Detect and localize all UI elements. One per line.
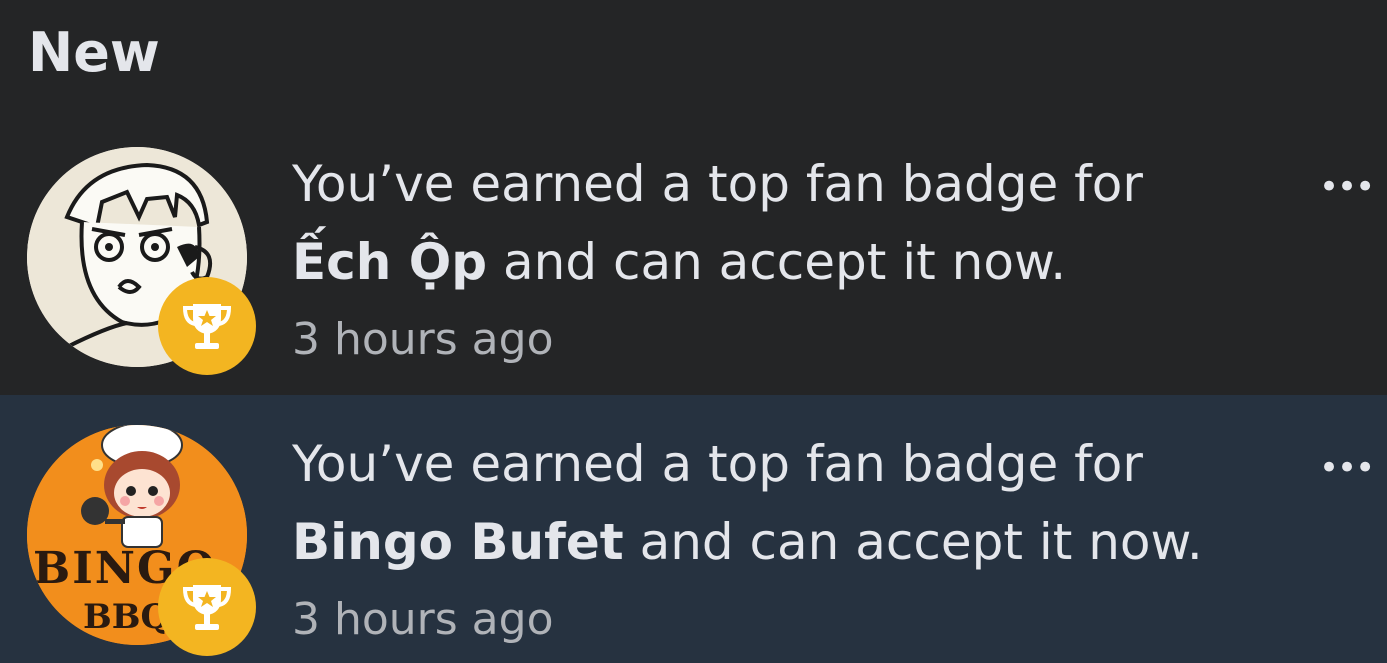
notification-item[interactable]: You’ve earned a top fan badge for Ếch Ộp…: [0, 117, 1387, 395]
notification-prefix: You’ve earned a top fan badge for: [292, 435, 1143, 493]
notification-item[interactable]: BINGO BBQ You’ve earned a top fan badge …: [0, 395, 1387, 663]
notification-suffix: and can accept it now.: [623, 513, 1203, 571]
notification-suffix: and can accept it now.: [487, 233, 1067, 291]
notifications-page: New You’ve earned a top fan badge for Ếc…: [0, 0, 1387, 663]
notification-prefix: You’ve earned a top fan badge for: [292, 155, 1143, 213]
more-options-button[interactable]: •••: [1319, 170, 1375, 204]
trophy-icon: [182, 304, 232, 349]
trophy-icon: [182, 585, 232, 630]
more-options-button[interactable]: •••: [1319, 451, 1375, 485]
page-name[interactable]: Bingo Bufet: [292, 513, 624, 571]
top-fan-badge: [158, 558, 256, 656]
top-fan-badge: [158, 277, 256, 375]
notification-time: 3 hours ago: [292, 314, 554, 365]
page-name[interactable]: Ếch Ộp: [292, 233, 487, 291]
section-title: New: [28, 21, 160, 84]
notification-time: 3 hours ago: [292, 594, 554, 645]
avatar-brand-subtext: BBQ: [83, 597, 171, 637]
notification-text: You’ve earned a top fan badge for Ếch Ộp…: [292, 145, 1272, 379]
notification-text: You’ve earned a top fan badge for Bingo …: [292, 425, 1272, 659]
